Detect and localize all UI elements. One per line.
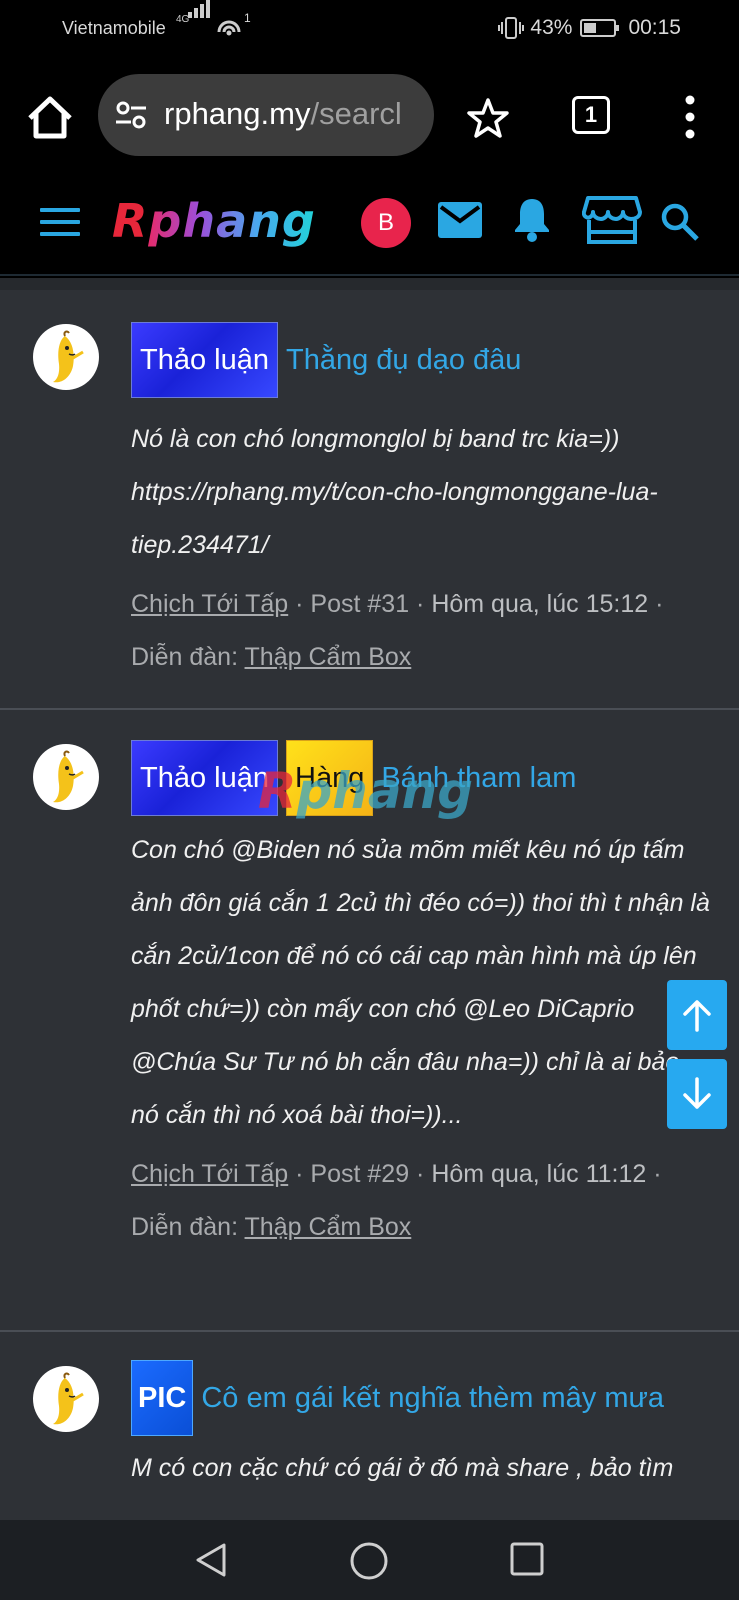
site-settings-icon[interactable] [114,100,148,130]
thread-title-link[interactable]: Thằng đụ dạo đâu [286,344,521,377]
post-snippet[interactable]: Con chó @Biden nó sủa mõm miết kêu nó úp… [131,824,711,1142]
post-number: Post #29 [310,1160,410,1188]
author-link[interactable]: Chịch Tới Tấp [131,590,288,618]
author-avatar[interactable] [33,744,99,810]
carrier-name: Vietnamobile [62,18,166,38]
forum-link[interactable]: Thập Cẩm Box [245,643,412,671]
post-snippet[interactable]: M có con cặc chứ có gái ở đó mà share , … [131,1442,711,1495]
watermark-logo: Rphang [258,762,473,820]
post-snippet[interactable]: Nó là con chó longmonglol bị band trc ki… [131,413,711,572]
url-path: /searcl [310,96,402,131]
arrow-up-icon [683,1000,711,1032]
user-avatar[interactable]: B [361,198,411,248]
mail-icon[interactable] [438,202,482,238]
star-icon[interactable] [466,96,510,140]
hotspot-count: 1 [244,11,251,25]
author-avatar[interactable] [33,324,99,390]
scroll-bottom-button[interactable] [667,1059,727,1129]
arrow-down-icon [683,1077,711,1109]
browser-toolbar: rphang.my/searcl 1 [0,58,739,176]
forum-label: Diễn đàn: [131,643,239,671]
url-host: rphang.my [164,96,311,131]
author-avatar[interactable] [33,1366,99,1432]
hotspot-icon: 1 [216,11,251,46]
store-icon[interactable] [582,194,642,246]
search-icon[interactable] [660,202,700,242]
search-result: PIC Cô em gái kết nghĩa thèm mây mưa M c… [0,1332,739,1520]
post-date: Hôm qua, lúc 15:12 [431,590,649,618]
vibrate-icon [498,17,525,39]
clock: 00:15 [628,16,681,39]
address-bar[interactable]: rphang.my/searcl [98,74,434,156]
logo-letter: R [112,194,149,248]
bell-icon[interactable] [512,196,552,242]
scroll-top-button[interactable] [667,980,727,1050]
site-header: Rphang B [0,176,739,276]
forum-label: Diễn đàn: [131,1213,239,1241]
battery-icon [580,19,620,37]
tabs-icon[interactable]: 1 [572,96,610,134]
battery-percent: 43% [530,16,573,39]
watermark-letter: R [258,762,297,820]
overflow-menu-icon[interactable] [680,94,700,140]
forum-link[interactable]: Thập Cẩm Box [245,1213,412,1241]
site-logo[interactable]: Rphang [112,194,316,248]
home-circle-icon[interactable] [348,1540,390,1582]
author-link[interactable]: Chịch Tới Tấp [131,1160,288,1188]
post-meta: Chịch Tới Tấp · Post #31 · Hôm qua, lúc … [131,590,664,671]
post-meta: Chịch Tới Tấp · Post #29 · Hôm qua, lúc … [131,1160,662,1241]
url-text: rphang.my/searcl [164,96,402,132]
prefix-label[interactable]: Thảo luận [131,740,278,816]
watermark-text: phang [296,762,474,820]
home-icon[interactable] [24,92,76,144]
search-results: Thảo luận Thằng đụ dạo đâu Nó là con chó… [0,278,739,1520]
status-bar: Vietnamobile 4G 1 43% 00:15 [0,0,739,58]
system-nav-bar [0,1520,739,1600]
prefix-label[interactable]: PIC [131,1360,194,1436]
post-date: Hôm qua, lúc 11:12 [431,1160,647,1188]
hamburger-icon[interactable] [40,208,80,238]
recents-icon[interactable] [508,1540,546,1578]
search-result: Thảo luận Thằng đụ dạo đâu Nó là con chó… [0,290,739,710]
post-number: Post #31 [310,590,410,618]
prefix-label[interactable]: Thảo luận [131,322,278,398]
thread-title-link[interactable]: Cô em gái kết nghĩa thèm mây mưa [201,1382,664,1415]
back-icon[interactable] [192,1540,232,1580]
logo-text: phang [148,194,316,248]
